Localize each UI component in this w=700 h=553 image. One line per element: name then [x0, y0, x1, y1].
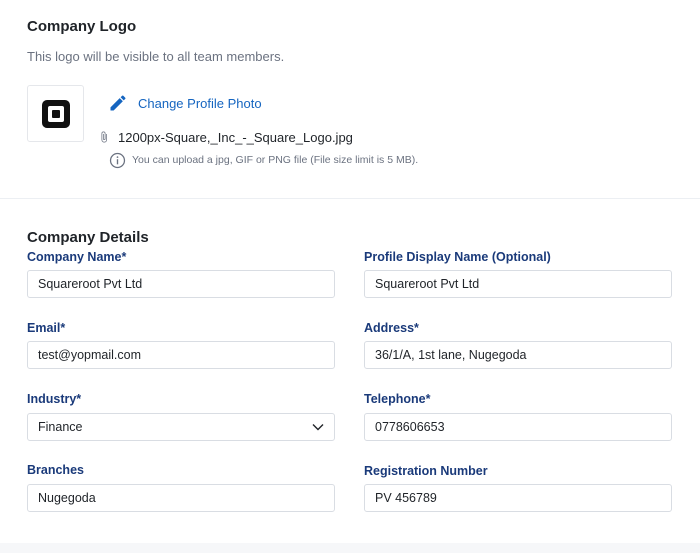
square-logo-icon	[41, 99, 70, 128]
address-value: 36/1/A, 1st lane, Nugegoda	[375, 348, 527, 362]
profile-display-name-value: Squareroot Pvt Ltd	[375, 277, 480, 291]
telephone-value: 0778606653	[375, 420, 445, 434]
industry-value: Finance	[38, 420, 83, 434]
change-profile-photo-label: Change Profile Photo	[138, 95, 262, 111]
company-logo-title: Company Logo	[27, 18, 137, 35]
email-label: Email*	[27, 321, 66, 335]
telephone-label: Telephone*	[364, 392, 431, 406]
company-details-title: Company Details	[27, 229, 149, 246]
telephone-input[interactable]: 0778606653	[364, 413, 672, 441]
email-input[interactable]: test@yopmail.com	[27, 341, 335, 369]
uploaded-file: 1200px-Square,_Inc_-_Square_Logo.jpg	[98, 129, 353, 145]
section-divider	[0, 198, 700, 199]
registration-number-label: Registration Number	[364, 464, 488, 478]
address-label: Address*	[364, 321, 419, 335]
address-input[interactable]: 36/1/A, 1st lane, Nugegoda	[364, 341, 672, 369]
company-name-value: Squareroot Pvt Ltd	[38, 277, 143, 291]
registration-number-input[interactable]: PV 456789	[364, 484, 672, 512]
upload-hint: You can upload a jpg, GIF or PNG file (F…	[109, 151, 418, 169]
registration-number-value: PV 456789	[375, 491, 437, 505]
company-logo-preview	[27, 85, 84, 142]
profile-display-name-label: Profile Display Name (Optional)	[364, 250, 551, 264]
paperclip-icon	[101, 131, 107, 143]
company-logo-subtitle: This logo will be visible to all team me…	[27, 49, 285, 64]
email-value: test@yopmail.com	[38, 348, 141, 362]
info-icon	[109, 152, 126, 168]
branches-label: Branches	[27, 463, 84, 477]
branches-value: Nugegoda	[38, 491, 96, 505]
footer-band	[0, 543, 700, 553]
industry-select[interactable]: Finance	[27, 413, 335, 441]
pencil-icon	[110, 95, 126, 111]
industry-label: Industry*	[27, 392, 82, 406]
chevron-down-icon	[312, 424, 324, 431]
company-name-input[interactable]: Squareroot Pvt Ltd	[27, 270, 335, 298]
company-name-label: Company Name*	[27, 250, 127, 264]
upload-hint-text: You can upload a jpg, GIF or PNG file (F…	[132, 154, 419, 166]
change-profile-photo-button[interactable]: Change Profile Photo	[108, 93, 262, 113]
profile-display-name-input[interactable]: Squareroot Pvt Ltd	[364, 270, 672, 298]
uploaded-file-name: 1200px-Square,_Inc_-_Square_Logo.jpg	[118, 129, 353, 145]
branches-input[interactable]: Nugegoda	[27, 484, 335, 512]
